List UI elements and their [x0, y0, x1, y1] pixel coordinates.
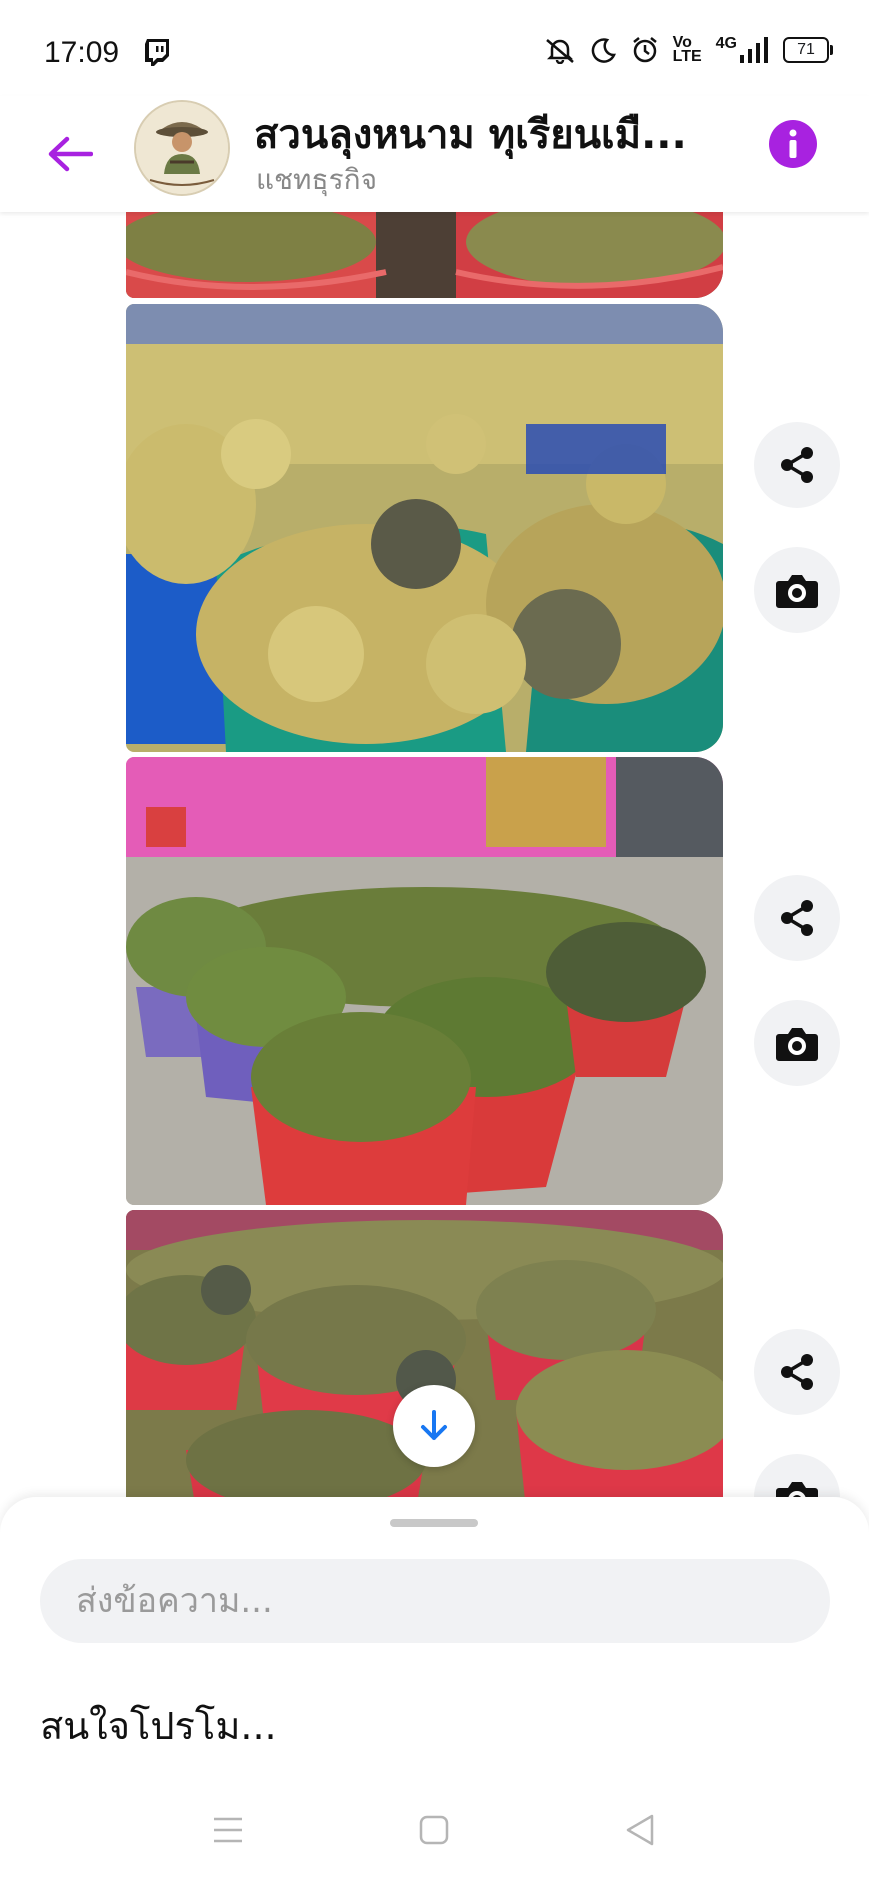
camera-button[interactable] [754, 1000, 840, 1086]
back-nav-button[interactable] [620, 1810, 660, 1850]
status-time: 17:09 [44, 36, 120, 69]
camera-button[interactable] [754, 1454, 840, 1497]
photo-message[interactable] [126, 304, 723, 752]
battery-level: 71 [797, 41, 815, 58]
share-icon [781, 447, 813, 483]
menu-nav-button[interactable] [208, 1810, 248, 1850]
triangle-back-icon [626, 1814, 654, 1846]
share-button[interactable] [754, 875, 840, 961]
home-square-icon [419, 1815, 449, 1845]
chat-header: สวนลุงหนาม ทุเรียนเมื... แชทธุรกิจ [0, 96, 869, 212]
photo-message[interactable] [126, 212, 723, 298]
camera-button[interactable] [754, 547, 840, 633]
share-button[interactable] [754, 1329, 840, 1415]
message-input[interactable] [40, 1559, 830, 1643]
volte-icon: Vo LTE [672, 34, 702, 65]
arrow-left-icon [48, 136, 93, 172]
chat-subtitle: แชทธุรกิจ [256, 163, 377, 196]
info-icon [789, 129, 797, 158]
arrow-down-icon [421, 1410, 447, 1440]
avatar[interactable] [134, 100, 230, 196]
signal-icon: 4G [715, 35, 769, 63]
status-icons: Vo LTE 4G 71 [543, 34, 833, 65]
system-nav-bar [0, 1790, 869, 1870]
mute-icon [545, 39, 574, 64]
alarm-icon [632, 37, 657, 63]
camera-icon [776, 1028, 818, 1061]
battery-icon: 71 [783, 37, 833, 63]
twitch-icon [145, 39, 169, 66]
home-nav-button[interactable] [414, 1810, 454, 1850]
camera-icon [776, 575, 818, 608]
scroll-to-bottom-button[interactable] [393, 1385, 475, 1467]
menu-icon [214, 1817, 242, 1843]
network-type: 4G [715, 35, 737, 52]
share-button[interactable] [754, 422, 840, 508]
moon-icon [591, 38, 616, 63]
farmer-logo-icon [136, 102, 228, 194]
back-button[interactable] [40, 124, 100, 184]
camera-icon [776, 1482, 818, 1497]
chat-title[interactable]: สวนลุงหนาม ทุเรียนเมื... [254, 102, 734, 166]
share-icon [781, 1354, 813, 1390]
message-list[interactable] [0, 212, 869, 1497]
photo-message[interactable] [126, 757, 723, 1205]
share-icon [781, 900, 813, 936]
status-bar: 17:09 Vo LTE 4G 71 [0, 0, 869, 96]
quick-reply-suggestion[interactable]: สนใจโปรโม... [40, 1695, 277, 1756]
drag-handle[interactable] [390, 1519, 478, 1527]
info-button[interactable] [769, 120, 817, 168]
